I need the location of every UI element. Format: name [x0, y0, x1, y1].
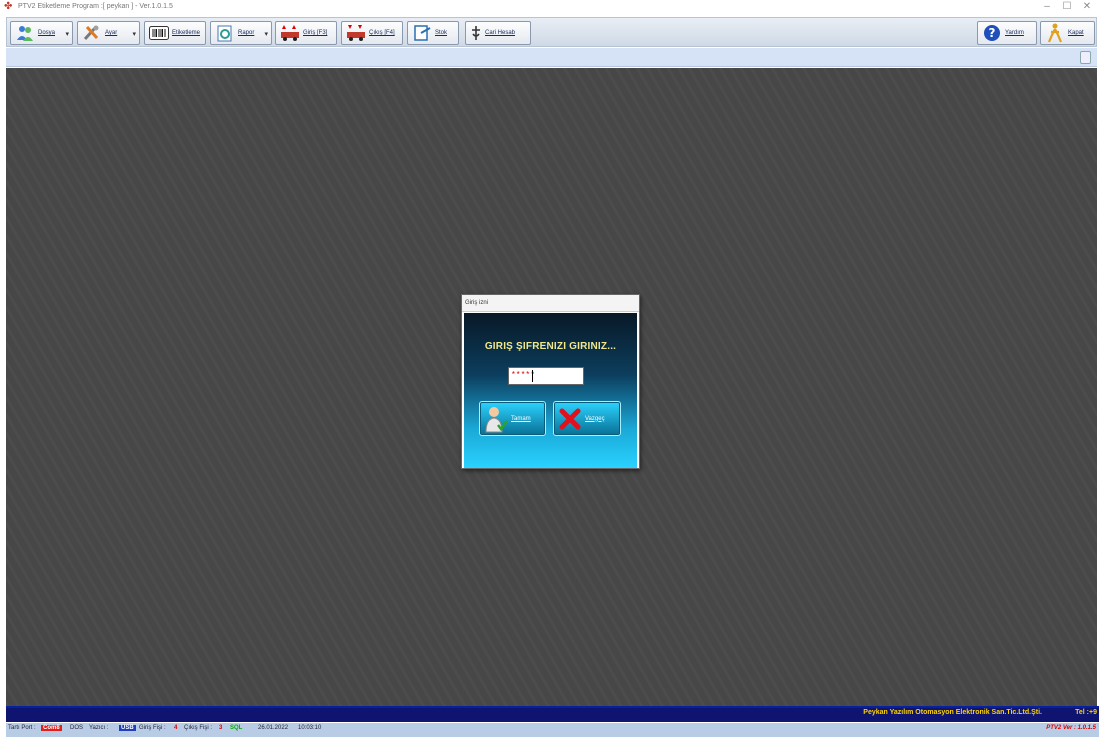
barcode-icon [148, 23, 170, 43]
document-icon[interactable] [1080, 51, 1091, 64]
tools-icon [81, 23, 103, 43]
giris-f3-button[interactable]: Giriş [F3] [275, 21, 337, 45]
cikis-fisi-label: Çıkış Fişi : [184, 725, 212, 731]
giris-fisi-value: 4 [174, 725, 178, 731]
company-phone: Tel :+9 [1075, 709, 1097, 716]
company-status-bar: Peykan Yazılım Otomasyon Elektronik San.… [6, 706, 1099, 722]
dialog-body: GIRIŞ ŞIFRENIZI GIRINIZ... ***** Tamam V… [464, 313, 637, 468]
yazici-badge: USB [119, 725, 136, 731]
dosya-menu-button[interactable]: Dosya ▾ [10, 21, 73, 45]
cari-hesab-icon [469, 23, 483, 43]
tarti-port-badge: Com8 [41, 725, 62, 731]
maximize-button[interactable]: ☐ [1059, 1, 1075, 12]
cikis-fisi-value: 3 [219, 725, 223, 731]
truck-in-icon [279, 23, 301, 43]
truck-out-icon [345, 23, 367, 43]
yardim-button[interactable]: ? Yardım [977, 21, 1037, 45]
info-status-bar: Tartı Port : Com8 DOS Yazıcı : USB Giriş… [6, 723, 1099, 737]
cancel-label: Vazgeç [585, 415, 605, 422]
stok-label: Stok [435, 30, 448, 36]
dropdown-arrow-icon: ▾ [65, 31, 69, 38]
password-input[interactable]: ***** [508, 367, 584, 385]
user-ok-icon [483, 405, 509, 433]
title-bar: ✤ PTV2 Etiketleme Program :[ peykan ] - … [0, 0, 1099, 15]
ok-button[interactable]: Tamam [479, 401, 546, 436]
minimize-button[interactable]: – [1039, 1, 1055, 12]
rapor-label: Rapor [238, 30, 255, 36]
rapor-menu-button[interactable]: Rapor ▾ [210, 21, 272, 45]
people-icon [14, 23, 36, 43]
cancel-button[interactable]: Vazgeç [553, 401, 621, 436]
close-button[interactable]: ✕ [1079, 1, 1095, 12]
app-window: ✤ PTV2 Etiketleme Program :[ peykan ] - … [0, 0, 1099, 738]
tarti-port-label: Tartı Port : [8, 725, 36, 731]
stock-icon [411, 23, 433, 43]
date-label: 26.01.2022 [258, 725, 289, 731]
giris-label: Giriş [F3] [303, 30, 328, 36]
db-label: SQL [230, 725, 243, 731]
window-title: PTV2 Etiketleme Program :[ peykan ] - Ve… [18, 3, 173, 10]
login-dialog: Giriş izni GIRIŞ ŞIFRENIZI GIRINIZ... **… [461, 294, 640, 469]
text-caret [532, 370, 533, 382]
cari-hesab-label: Cari Hesab [485, 30, 516, 36]
ok-label: Tamam [511, 415, 531, 422]
stok-button[interactable]: Stok [407, 21, 459, 45]
version-label: PTV2 Ver : 1.0.1.5 [1046, 725, 1096, 731]
dos-label: DOS [70, 725, 84, 731]
dialog-title: Giriş izni [462, 295, 639, 312]
giris-fisi-label: Giriş Fişi : [139, 725, 166, 731]
svg-text:?: ? [989, 26, 996, 40]
cancel-x-icon [557, 405, 583, 433]
dropdown-arrow-icon: ▾ [132, 31, 136, 38]
kapat-label: Kapat [1068, 30, 1084, 36]
time-label: 10:03:10 [298, 725, 322, 731]
company-name: Peykan Yazılım Otomasyon Elektronik San.… [863, 709, 1042, 716]
main-toolbar: Dosya ▾ Ayar ▾ Etiketleme Rapor ▾ Giriş … [6, 17, 1097, 47]
help-icon: ? [981, 23, 1003, 43]
etiketleme-label: Etiketleme [172, 30, 201, 36]
ayar-label: Ayar [105, 30, 118, 36]
etiketleme-button[interactable]: Etiketleme [144, 21, 206, 45]
dosya-label: Dosya [38, 30, 56, 36]
dropdown-arrow-icon: ▾ [264, 31, 268, 38]
cikis-label: Çıkış [F4] [369, 30, 395, 36]
kapat-button[interactable]: Kapat [1040, 21, 1095, 45]
secondary-strip [6, 48, 1097, 67]
report-icon [214, 23, 236, 43]
app-logo-icon: ✤ [4, 1, 13, 12]
exit-person-icon [1044, 23, 1066, 43]
ayar-menu-button[interactable]: Ayar ▾ [77, 21, 140, 45]
cikis-f4-button[interactable]: Çıkış [F4] [341, 21, 403, 45]
password-prompt: GIRIŞ ŞIFRENIZI GIRINIZ... [484, 341, 617, 352]
cari-hesab-button[interactable]: Cari Hesab [465, 21, 531, 45]
yardim-label: Yardım [1005, 30, 1024, 36]
yazici-label: Yazıcı : [89, 725, 109, 731]
